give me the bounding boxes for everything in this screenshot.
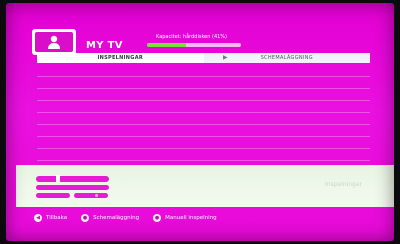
- red-button-icon: ●: [81, 214, 90, 222]
- back-icon: ◀: [34, 214, 42, 222]
- hint-manual-label: Manuell inspelning: [165, 215, 217, 221]
- info-pill-small: [36, 193, 70, 198]
- info-panel: Inspelningar: [16, 165, 394, 207]
- list-row[interactable]: [37, 137, 370, 149]
- hint-manual-recording[interactable]: ● Manuell inspelning: [153, 214, 217, 222]
- tv-screen: MY TV Kapacitet: hårddisken (41%) INSPEL…: [6, 3, 394, 241]
- tab-recordings[interactable]: INSPELNINGAR: [37, 53, 204, 63]
- info-right-text: Inspelningar: [324, 181, 362, 188]
- tab-arrow-icon: ▶: [223, 54, 228, 61]
- list-row[interactable]: [37, 77, 370, 89]
- footer-hints: ◀ Tillbaka ● Schemaläggning ● Manuell in…: [34, 211, 374, 225]
- user-silhouette-icon: [35, 32, 73, 52]
- capacity-bar: [147, 43, 241, 47]
- info-pill-small: [74, 193, 108, 198]
- list-row[interactable]: [37, 65, 370, 77]
- green-button-icon: ●: [153, 214, 162, 222]
- hint-scheduling-label: Schemaläggning: [93, 215, 140, 221]
- capacity-fill: [147, 43, 186, 47]
- list-row[interactable]: [37, 125, 370, 137]
- page-title: MY TV: [86, 40, 123, 51]
- list-row[interactable]: [37, 113, 370, 125]
- slider-knob[interactable]: [56, 175, 60, 183]
- hint-back-label: Tillbaka: [46, 215, 68, 221]
- tab-scheduling[interactable]: SCHEMALÄGGNING: [204, 53, 371, 63]
- hint-scheduling[interactable]: ● Schemaläggning: [81, 214, 139, 222]
- list-row[interactable]: [37, 101, 370, 113]
- profile-avatar: [32, 29, 76, 55]
- hint-back[interactable]: ◀ Tillbaka: [34, 214, 67, 222]
- capacity-label: Kapacitet: hårddisken (41%): [156, 34, 228, 40]
- info-pill: [36, 185, 109, 190]
- tab-bar: INSPELNINGAR ▶ SCHEMALÄGGNING: [37, 53, 370, 63]
- recordings-list: [37, 65, 370, 161]
- progress-slider[interactable]: [36, 175, 109, 183]
- list-row[interactable]: [37, 149, 370, 161]
- list-row[interactable]: [37, 89, 370, 101]
